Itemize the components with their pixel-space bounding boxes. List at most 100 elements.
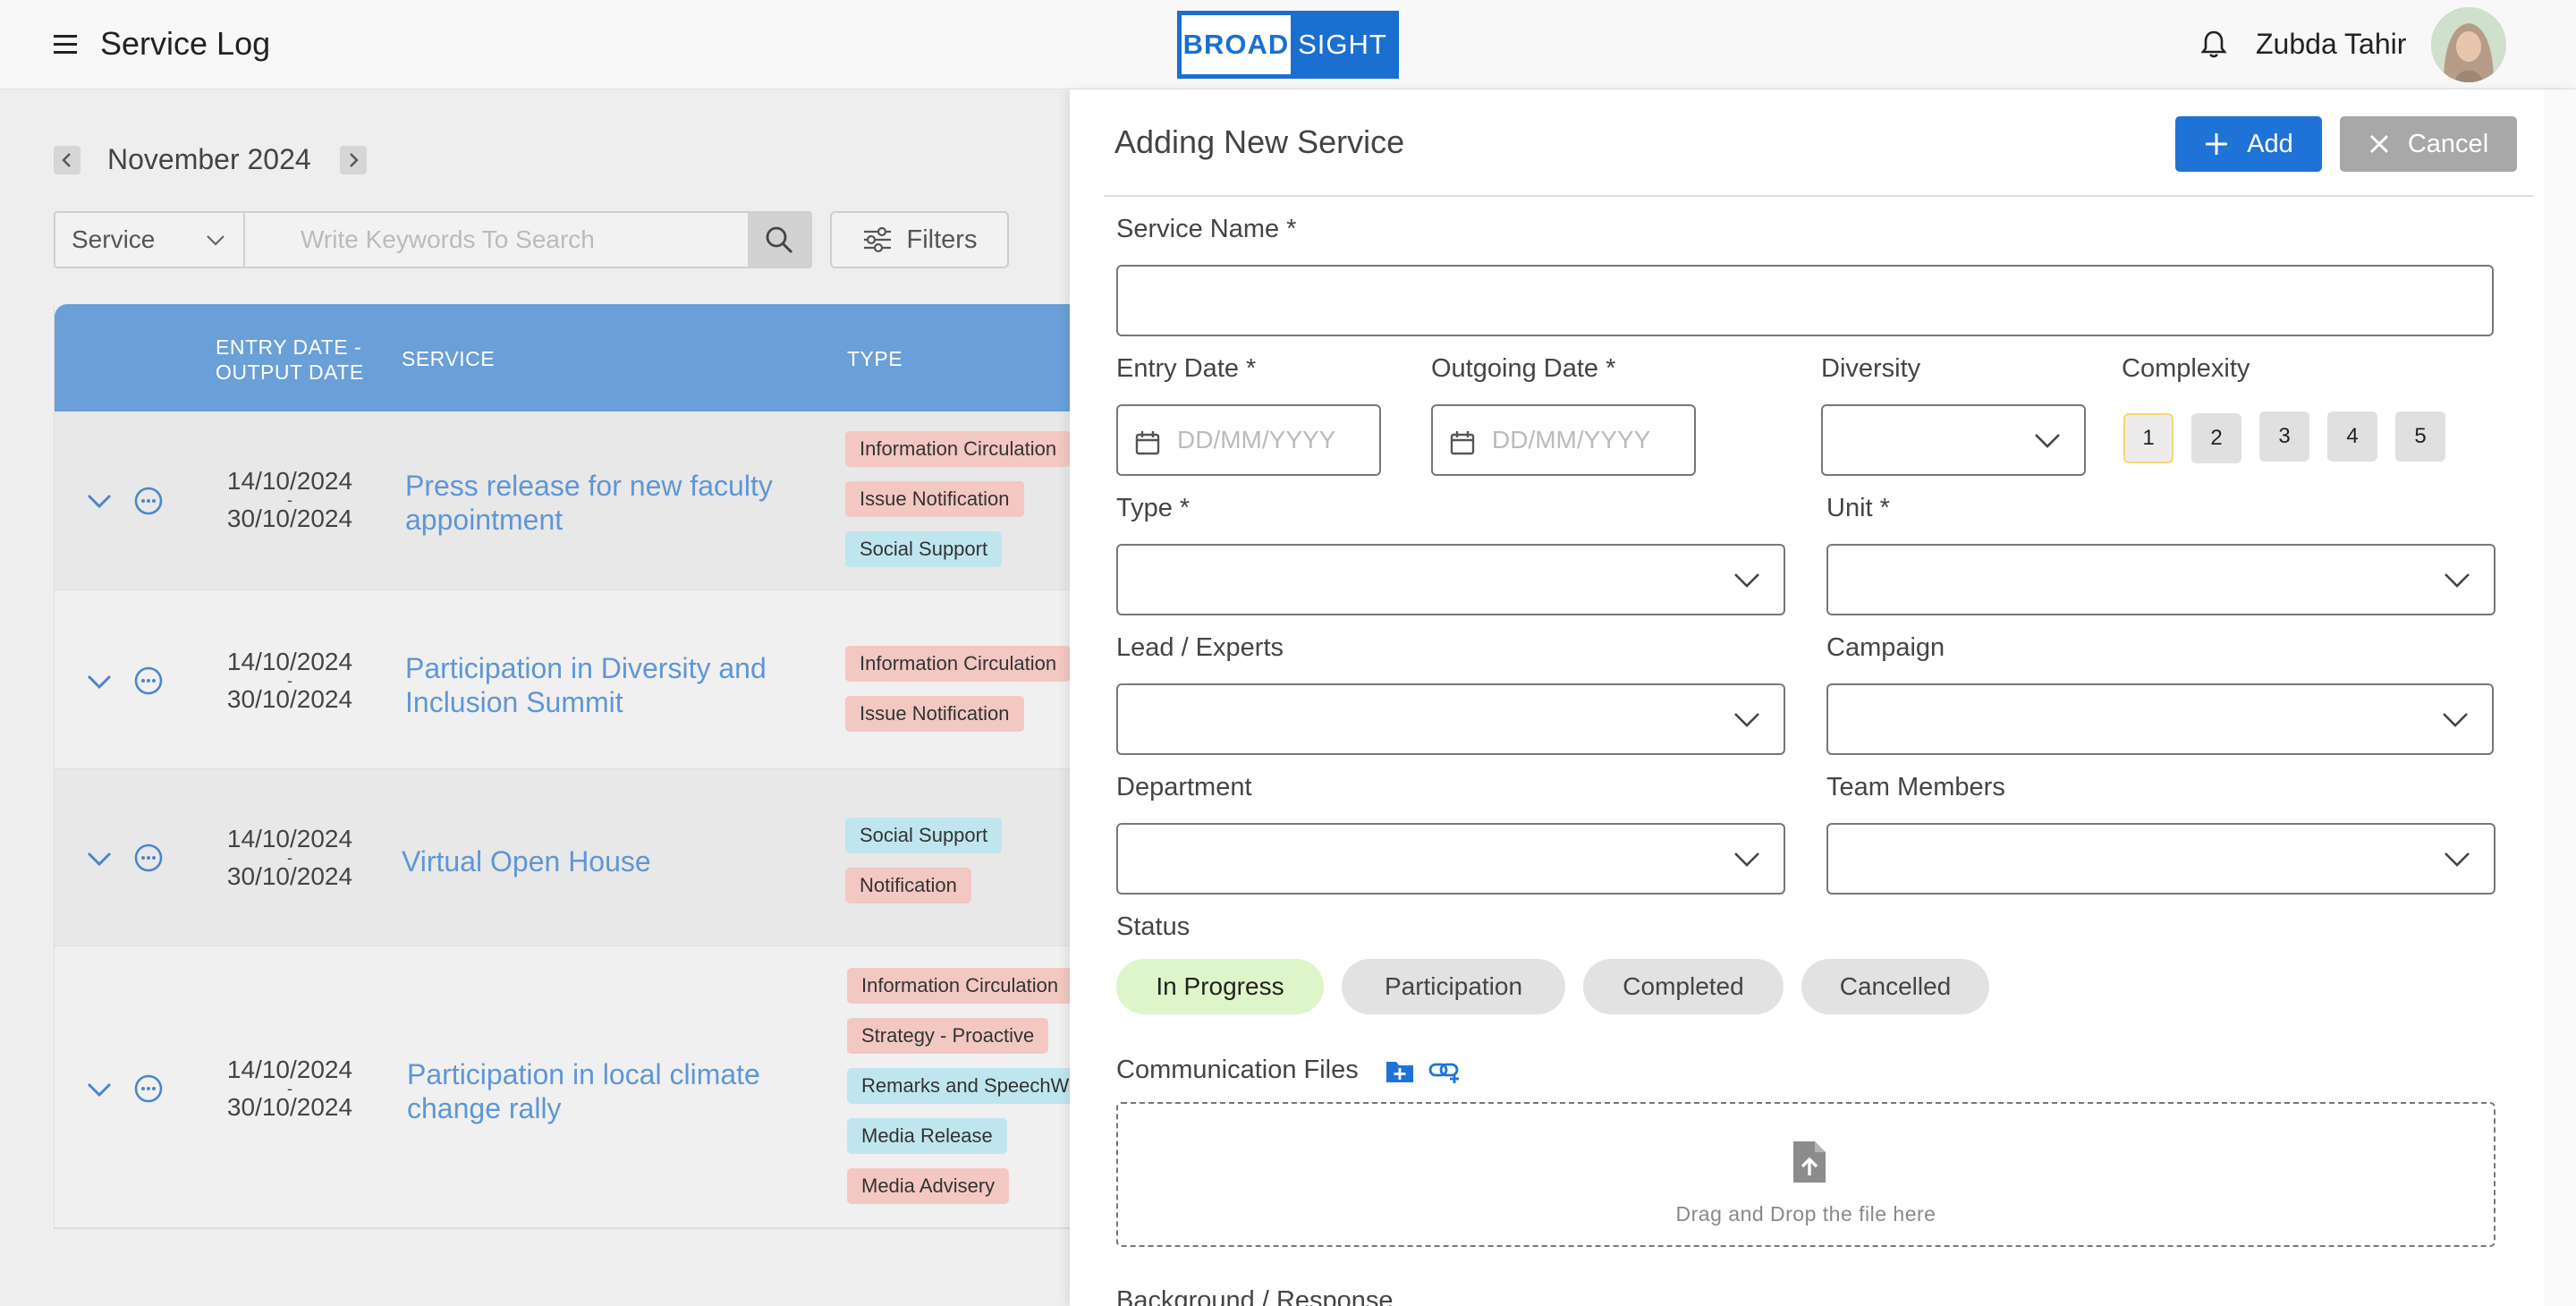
row-dates: 14/10/2024 - 30/10/2024 [214,1057,366,1120]
panel-scrollbar[interactable] [2544,89,2576,1306]
type-tag: Strategy - Proactive [847,1018,1049,1054]
search-bar: Service [54,211,812,268]
background-response-label: Background / Response [1116,1286,1394,1306]
service-list-area: November 2024 Service Filters ENTRY DATE… [0,89,1084,1306]
diversity-select[interactable] [1821,404,2086,476]
type-tag: Notification [845,868,971,903]
outgoing-date-field[interactable] [1431,404,1696,476]
column-header-type[interactable]: TYPE [847,347,902,371]
entry-date: 14/10/2024 [226,1056,353,1083]
column-header-dates-line1: ENTRY DATE - [216,335,362,359]
brand-logo[interactable]: BROAD SIGHT [1177,11,1399,79]
output-date: 30/10/2024 [226,1093,353,1121]
file-upload-icon [1792,1140,1827,1184]
table-row[interactable]: 14/10/2024 - 30/10/2024 Virtual Open Hou… [55,769,1071,946]
chevron-down-icon [1734,852,1759,867]
type-tag: Information Circulation [847,968,1073,1004]
type-tag: Remarks and SpeechW [847,1068,1084,1104]
campaign-select[interactable] [1826,683,2494,755]
complexity-option-1[interactable]: 1 [2123,413,2174,463]
month-label: November 2024 [107,143,311,175]
complexity-option-2[interactable]: 2 [2191,413,2241,463]
team-members-select[interactable] [1826,823,2496,895]
chevron-down-icon [1734,713,1759,727]
chevron-down-icon [2443,713,2468,727]
column-header-service[interactable]: SERVICE [402,347,495,371]
search-icon [766,226,793,254]
add-service-panel: Adding New Service Add Cancel Service Na… [1070,89,2576,1306]
service-title-link[interactable]: Participation in local climate change ra… [407,1057,783,1125]
table-row[interactable]: 14/10/2024 - 30/10/2024 Press release fo… [55,411,1072,590]
service-title-link[interactable]: Participation in Diversity and Inclusion… [405,651,781,719]
lead-experts-label: Lead / Experts [1116,633,1284,662]
department-select[interactable] [1116,823,1785,895]
output-date: 30/10/2024 [226,685,353,713]
row-dates: 14/10/2024 - 30/10/2024 [214,827,366,889]
lead-experts-select[interactable] [1116,683,1785,755]
filters-button[interactable]: Filters [830,211,1009,268]
page-title: Service Log [100,25,271,62]
entry-date: 14/10/2024 [226,648,353,675]
status-participation[interactable]: Participation [1342,959,1565,1014]
unit-select[interactable] [1826,544,2496,615]
filters-label: Filters [906,225,978,254]
status-cancelled[interactable]: Cancelled [1801,959,1989,1014]
avatar[interactable] [2431,7,2506,82]
add-folder-icon[interactable] [1385,1057,1415,1084]
chevron-down-icon [2445,852,2470,867]
search-input[interactable] [247,213,748,267]
chevron-down-icon [2445,573,2470,588]
bell-icon[interactable] [2199,29,2229,61]
column-header-dates[interactable]: ENTRY DATE - OUTPUT DATE [216,335,364,385]
expand-chevron-icon[interactable] [85,844,114,873]
service-title-link[interactable]: Press release for new faculty appointmen… [405,469,781,537]
panel-divider [1104,195,2533,197]
table-row[interactable]: 14/10/2024 - 30/10/2024 Participation in… [55,590,1072,769]
type-tag: Media Advisery [847,1168,1010,1204]
complexity-option-5[interactable]: 5 [2395,411,2445,462]
service-name-field[interactable] [1116,265,2494,336]
file-dropzone[interactable]: Drag and Drop the file here [1116,1102,2496,1247]
status-label: Status [1116,912,1191,941]
entry-date: 14/10/2024 [226,467,353,495]
entry-date: 14/10/2024 [226,825,353,852]
add-button[interactable]: Add [2175,116,2322,172]
type-select[interactable] [1116,544,1785,615]
next-month-button[interactable] [340,146,367,174]
logo-text-right: SIGHT [1298,29,1387,60]
outgoing-date-label: Outgoing Date * [1431,354,1616,383]
entry-date-label: Entry Date * [1116,354,1257,383]
more-options-icon[interactable] [133,666,164,696]
hamburger-menu-icon[interactable] [52,32,80,57]
table-row[interactable]: 14/10/2024 - 30/10/2024 Participation in… [55,946,1084,1227]
previous-month-button[interactable] [54,146,80,174]
cancel-button[interactable]: Cancel [2340,116,2517,172]
more-options-icon[interactable] [133,486,164,516]
more-options-icon[interactable] [133,843,164,873]
calendar-icon [1135,431,1160,455]
expand-chevron-icon[interactable] [85,667,114,696]
campaign-label: Campaign [1826,633,1945,662]
logo-text-left: BROAD [1182,15,1291,74]
search-scope-value: Service [72,225,156,253]
complexity-option-3[interactable]: 3 [2259,411,2309,462]
expand-chevron-icon[interactable] [85,1075,114,1104]
search-scope-select[interactable]: Service [55,213,245,267]
search-button[interactable] [748,213,810,267]
plus-icon [2206,133,2228,155]
user-name[interactable]: Zubda Tahir [2256,28,2406,61]
expand-chevron-icon[interactable] [85,487,114,515]
attach-link-icon[interactable] [1428,1059,1462,1084]
panel-title: Adding New Service [1114,123,1405,160]
table-header: ENTRY DATE - OUTPUT DATE SERVICE TYPE [55,304,1071,411]
complexity-option-4[interactable]: 4 [2327,411,2377,462]
cancel-button-label: Cancel [2407,129,2489,158]
service-name-label: Service Name * [1116,215,1297,243]
service-name-input[interactable] [1118,267,2492,335]
chevron-down-icon [2035,434,2060,448]
more-options-icon[interactable] [133,1073,164,1104]
status-in-progress[interactable]: In Progress [1116,959,1324,1014]
status-completed[interactable]: Completed [1583,959,1784,1014]
service-title-link[interactable]: Virtual Open House [402,844,777,878]
entry-date-field[interactable] [1116,404,1381,476]
